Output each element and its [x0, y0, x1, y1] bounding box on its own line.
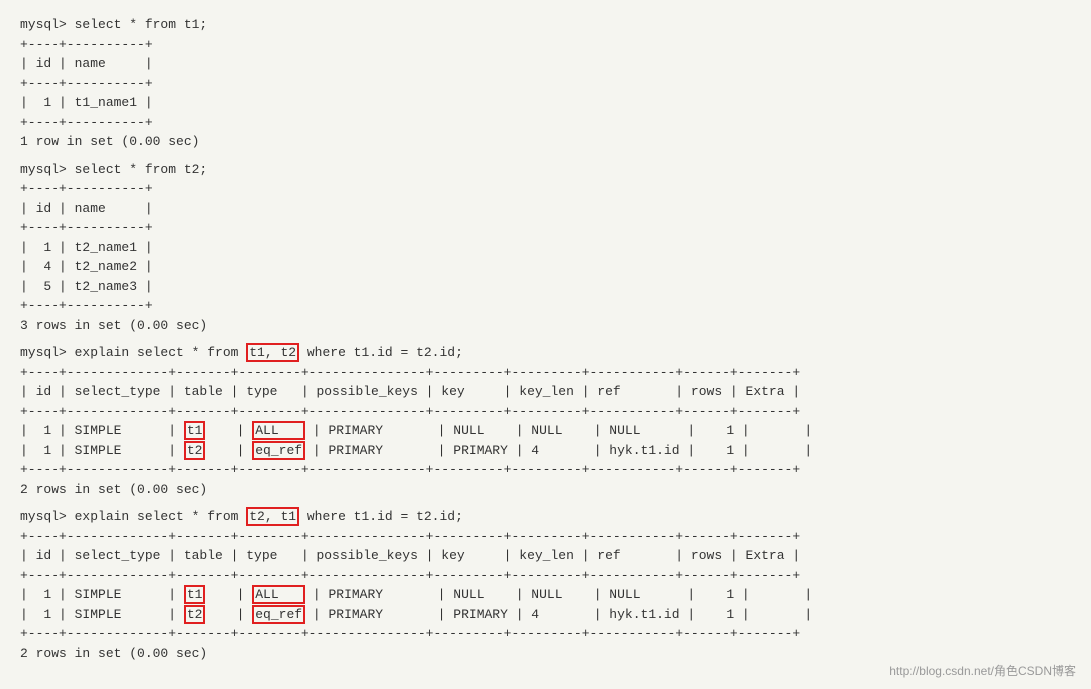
block4-row1-type: ALL: [252, 585, 305, 604]
block3-command-suffix: where t1.id = t2.id;: [299, 345, 463, 360]
block4-table-highlight: t2, t1: [246, 507, 299, 526]
block3-row1-type: ALL: [252, 421, 305, 440]
block3-row2-type: eq_ref: [252, 441, 305, 460]
block1-command: mysql> select * from t1;: [20, 15, 1071, 35]
block3-command: mysql> explain select * from t1, t2 wher…: [20, 343, 1071, 363]
block2-output: +----+----------+ | id | name | +----+--…: [20, 179, 1071, 335]
block2-command: mysql> select * from t2;: [20, 160, 1071, 180]
block4-row1: | 1 | SIMPLE | t1 | ALL | PRIMARY | NULL…: [20, 585, 1071, 605]
block3-separator2: +----+-------------+-------+--------+---…: [20, 402, 1071, 422]
block3-row1-table: t1: [184, 421, 206, 440]
block4-row2-type: eq_ref: [252, 605, 305, 624]
block3-separator3: +----+-------------+-------+--------+---…: [20, 460, 1071, 480]
block4: mysql> explain select * from t2, t1 wher…: [20, 507, 1071, 663]
block3-footer: 2 rows in set (0.00 sec): [20, 480, 1071, 500]
block4-separator3: +----+-------------+-------+--------+---…: [20, 624, 1071, 644]
block4-row1-table: t1: [184, 585, 206, 604]
block3-command-prefix: mysql> explain select * from: [20, 345, 246, 360]
block4-separator2: +----+-------------+-------+--------+---…: [20, 566, 1071, 586]
block2: mysql> select * from t2; +----+---------…: [20, 160, 1071, 336]
block4-row2: | 1 | SIMPLE | t2 | eq_ref | PRIMARY | P…: [20, 605, 1071, 625]
block1-output: +----+----------+ | id | name | +----+--…: [20, 35, 1071, 152]
block4-command-prefix: mysql> explain select * from: [20, 509, 246, 524]
block3-header: | id | select_type | table | type | poss…: [20, 382, 1071, 402]
block4-row2-table: t2: [184, 605, 206, 624]
block1: mysql> select * from t1; +----+---------…: [20, 15, 1071, 152]
block3-separator1: +----+-------------+-------+--------+---…: [20, 363, 1071, 383]
block3-table-highlight: t1, t2: [246, 343, 299, 362]
block4-header: | id | select_type | table | type | poss…: [20, 546, 1071, 566]
block4-command: mysql> explain select * from t2, t1 wher…: [20, 507, 1071, 527]
block3: mysql> explain select * from t1, t2 wher…: [20, 343, 1071, 499]
block3-row1: | 1 | SIMPLE | t1 | ALL | PRIMARY | NULL…: [20, 421, 1071, 441]
terminal: mysql> select * from t1; +----+---------…: [15, 10, 1076, 676]
block4-footer: 2 rows in set (0.00 sec): [20, 644, 1071, 664]
block3-row2: | 1 | SIMPLE | t2 | eq_ref | PRIMARY | P…: [20, 441, 1071, 461]
watermark: http://blog.csdn.net/角色CSDN博客: [889, 662, 1076, 679]
block4-command-suffix: where t1.id = t2.id;: [299, 509, 463, 524]
block3-row2-table: t2: [184, 441, 206, 460]
block4-separator1: +----+-------------+-------+--------+---…: [20, 527, 1071, 547]
